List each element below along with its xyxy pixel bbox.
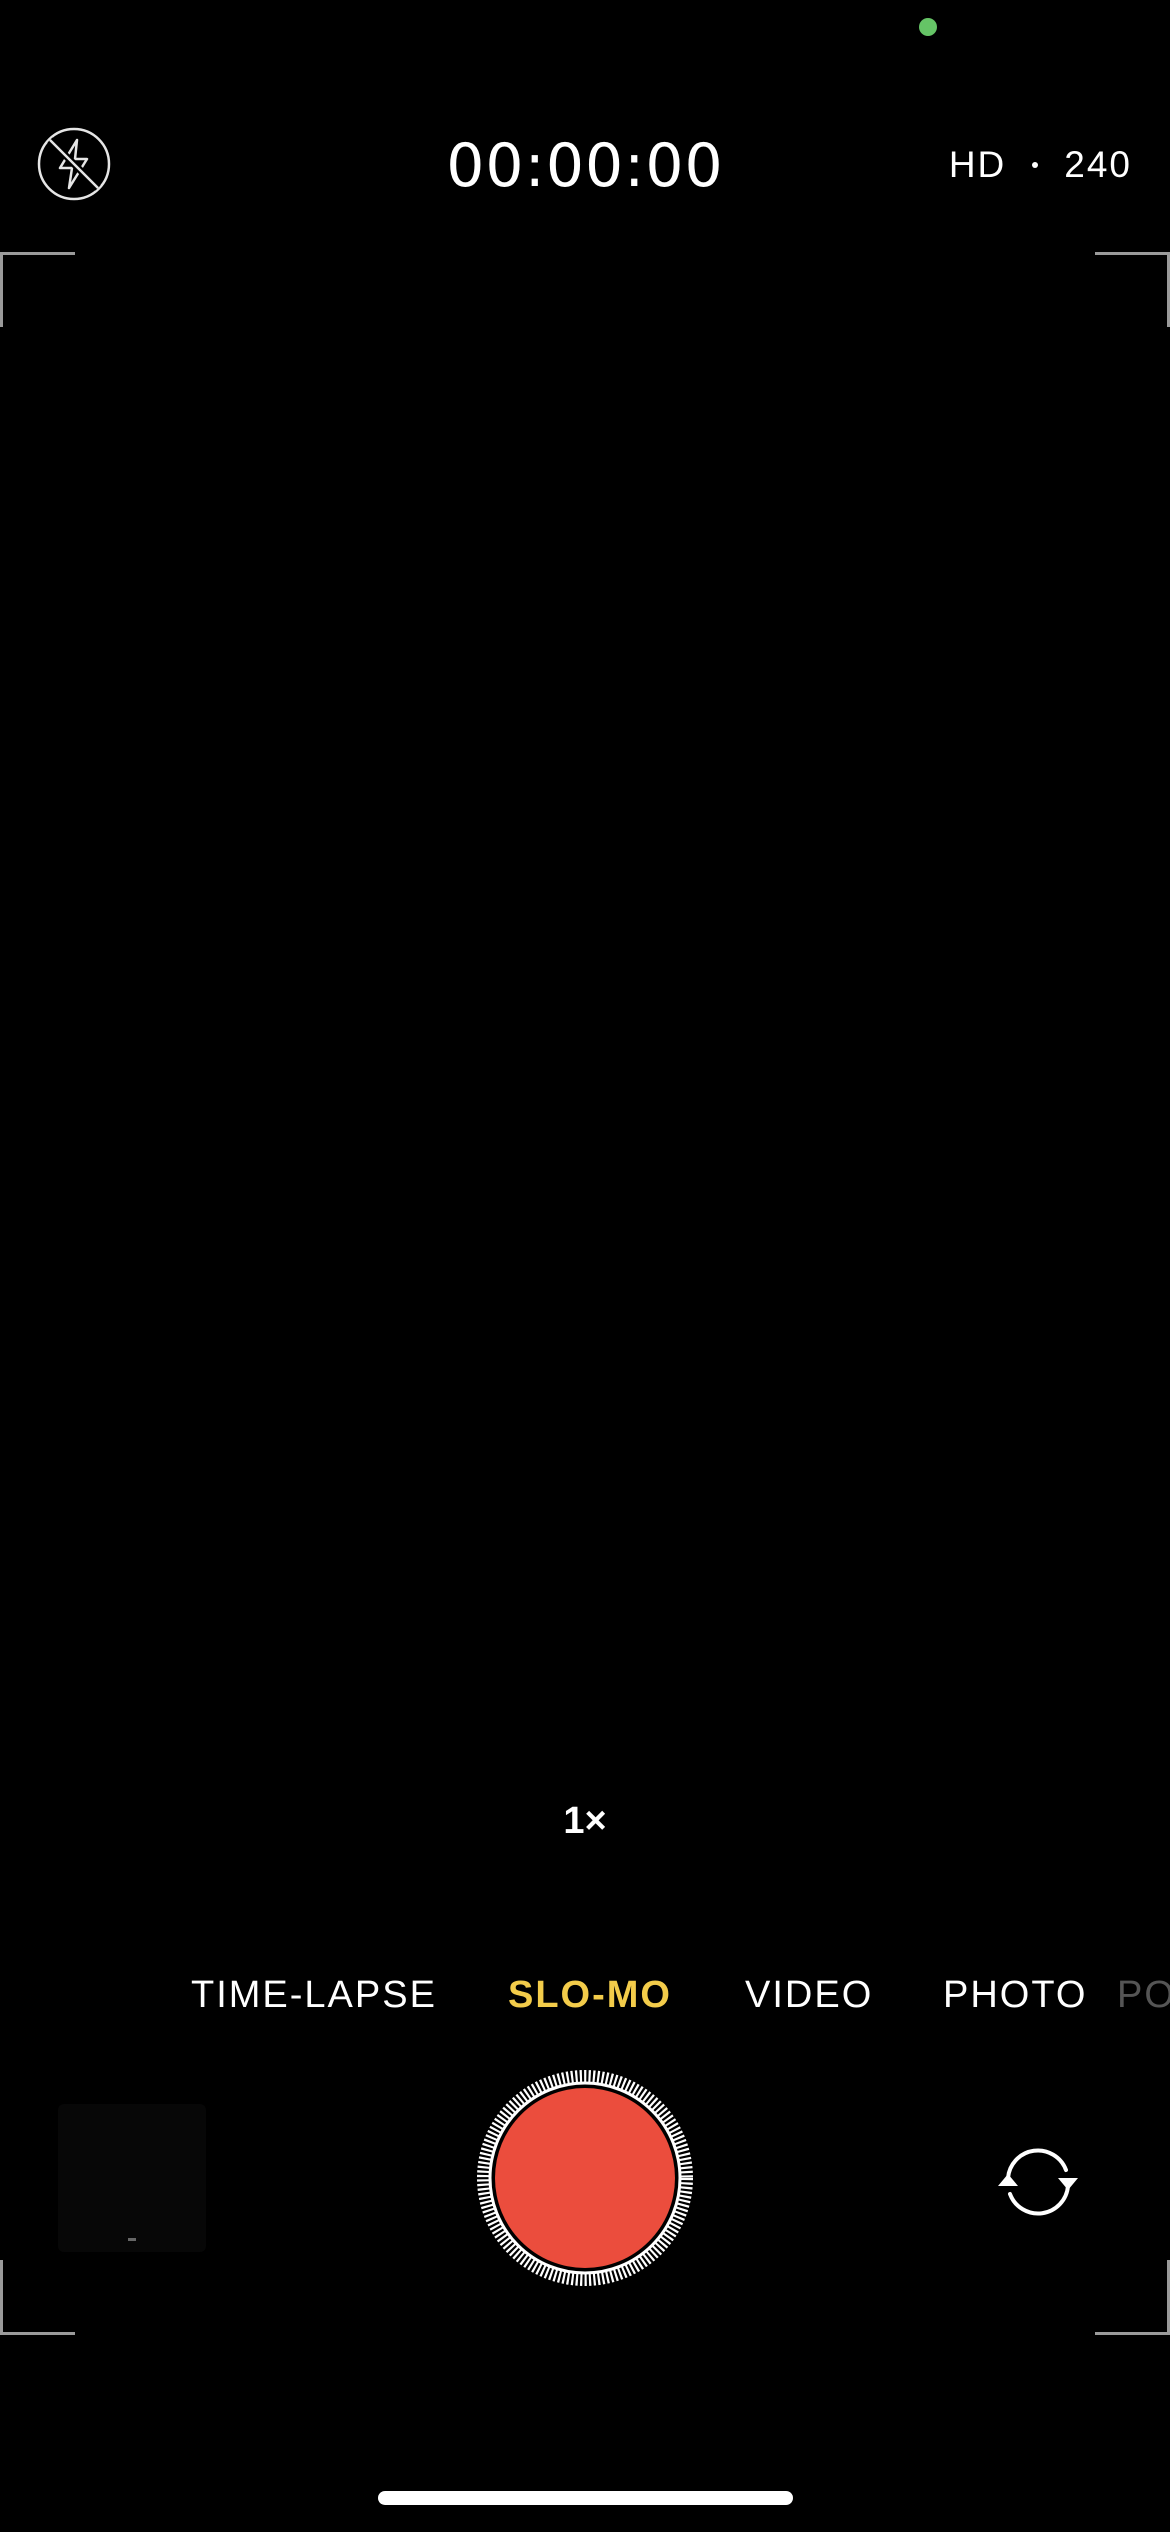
mode-time-lapse[interactable]: TIME-LAPSE: [191, 1970, 437, 2020]
resolution-label[interactable]: HD: [949, 140, 1006, 190]
separator-dot: [1032, 162, 1039, 168]
privacy-indicator-dot: [919, 18, 937, 36]
camera-flip-icon: [998, 2148, 1078, 2216]
mode-slo-mo[interactable]: SLO-MO: [508, 1970, 672, 2020]
mode-video[interactable]: VIDEO: [745, 1970, 873, 2020]
thumbnail-content: [128, 2238, 136, 2241]
viewfinder-corner-bottom-right: [1095, 2260, 1170, 2335]
frame-rate-label[interactable]: 240: [1064, 140, 1132, 190]
home-indicator[interactable]: [378, 2491, 793, 2505]
record-button[interactable]: [477, 2070, 693, 2286]
viewfinder-corner-bottom-left: [0, 2260, 75, 2335]
viewfinder-corner-top-right: [1095, 252, 1170, 327]
record-shutter-icon: [477, 2070, 693, 2286]
mode-selector[interactable]: TIME-LAPSE SLO-MO VIDEO PHOTO PO: [0, 1970, 1170, 2020]
video-format-button[interactable]: HD 240: [949, 140, 1132, 190]
camera-flip-button[interactable]: [996, 2140, 1080, 2224]
viewfinder-corner-top-left: [0, 252, 75, 327]
mode-photo[interactable]: PHOTO: [943, 1970, 1087, 2020]
zoom-button[interactable]: 1×: [0, 1796, 1170, 1846]
mode-portrait-partial[interactable]: PO: [1117, 1970, 1170, 2020]
last-capture-thumbnail[interactable]: [58, 2104, 206, 2252]
